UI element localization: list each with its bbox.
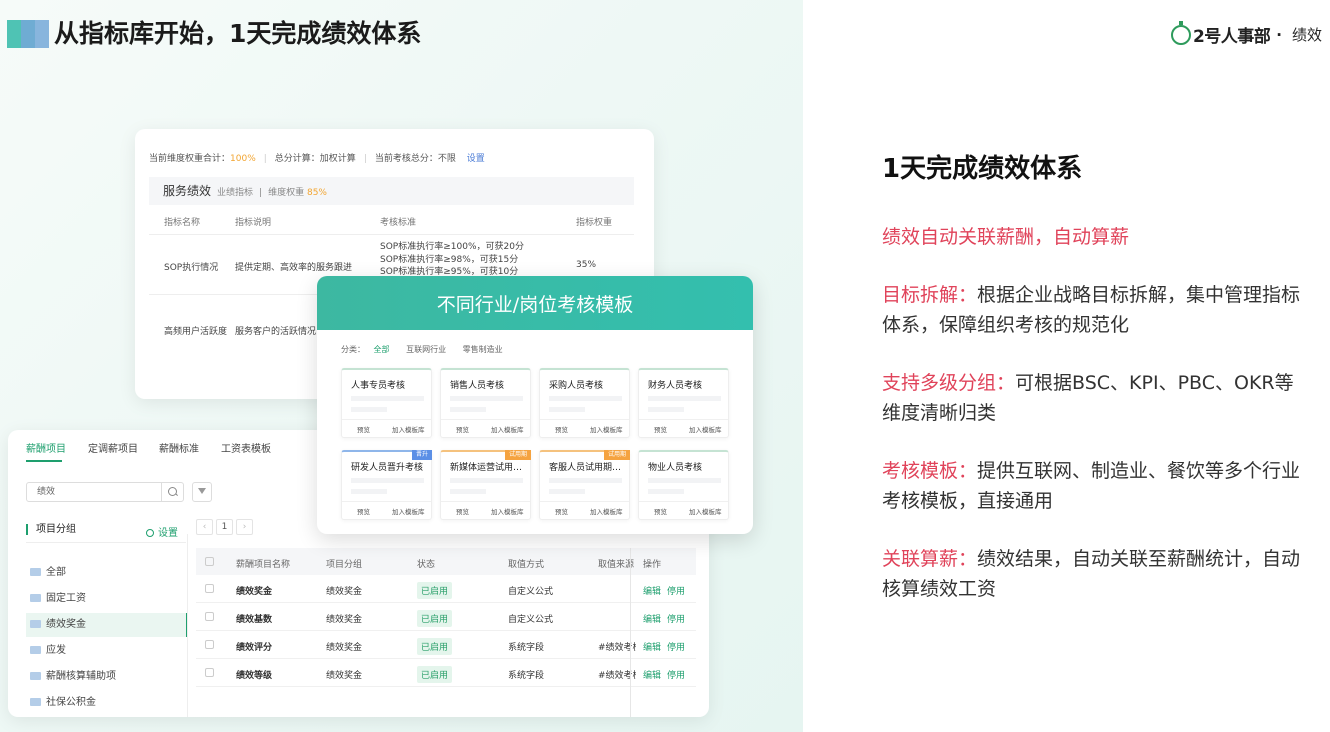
template-item[interactable]: 物业人员考核 预览 加入模板库 [638,450,729,520]
edit-link[interactable]: 编辑 [643,584,661,597]
template-item[interactable]: 晋升 研发人员晋升考核 预览 加入模板库 [341,450,432,520]
template-item[interactable]: 试用期 新媒体运营试用期考核 预览加入模板库 [440,450,531,520]
gear-icon [146,529,154,537]
group-item-social-fund[interactable]: 社保公积金 [26,691,188,715]
active-tab-indicator [26,460,62,462]
template-card-title: 不同行业/岗位考核模板 [317,276,753,330]
preview-button[interactable]: 预览 [357,424,370,434]
row-checkbox[interactable] [205,668,214,677]
table-row: 绩效基数 绩效奖金 已启用 自定义公式 编辑 停用 [196,603,696,631]
preview-button[interactable]: 预览 [357,506,370,516]
folder-icon [30,620,41,628]
template-tag: 试用期 [603,450,630,460]
feature-item: 支持多级分组：可根据BSC、KPI、PBC、OKR等维度清晰归类 [882,372,1294,424]
status-badge: 已启用 [417,610,453,627]
brand-name: 2号人事部 [1192,27,1271,47]
filter-icon[interactable] [192,482,212,502]
group-title: 项目分组 [26,524,76,535]
feature-item: 关联算薪：绩效结果，自动关联至薪酬统计，自动核算绩效工资 [882,548,1301,600]
template-item[interactable]: 财务人员考核 预览 加入模板库 [638,368,729,438]
feature-item: 目标拆解：根据企业战略目标拆解，集中管理指标体系，保障组织考核的规范化 [882,284,1301,336]
row-checkbox[interactable] [205,640,214,649]
disable-link[interactable]: 停用 [667,612,685,625]
page-next-button[interactable]: › [236,519,253,535]
row-checkbox[interactable] [205,584,214,593]
brand-product: 绩效 [1291,26,1322,44]
template-item[interactable]: 试用期 客服人员试用期考核 预览 加入模板库 [539,450,630,520]
group-item-all[interactable]: 全部 [26,561,188,585]
edit-link[interactable]: 编辑 [643,640,661,653]
section-header: 服务绩效 业绩指标 | 维度权重 85% [149,177,634,205]
template-item[interactable]: 人事专员考核 预览 加入模板库 [341,368,432,438]
search-input[interactable]: 绩效 [26,482,184,502]
page-title: 从指标库开始，1天完成绩效体系 [54,19,422,48]
tab-salary-items[interactable]: 薪酬项目 [26,440,66,455]
preview-button[interactable]: 预览 [654,424,667,434]
table-header: 薪酬项目名称 项目分组 状态 取值方式 取值来源 操作 [196,548,696,575]
add-to-library-button[interactable]: 加入模板库 [392,424,425,434]
page-prev-button[interactable]: ‹ [196,519,213,535]
add-to-library-button[interactable]: 加入模板库 [392,506,425,516]
brand-separator: · [1276,25,1282,44]
tab-payslip-template[interactable]: 工资表模板 [221,440,271,455]
disable-link[interactable]: 停用 [667,640,685,653]
category-internet[interactable]: 互联网行业 [406,345,446,354]
template-tag: 晋升 [411,450,432,460]
template-tag: 试用期 [504,450,531,460]
folder-icon [30,594,41,602]
template-item[interactable]: 采购人员考核 预览 加入模板库 [539,368,630,438]
group-item-payable[interactable]: 应发 [26,639,188,663]
table-row: 绩效等级 绩效奖金 已启用 系统字段 #绩效考核 编辑 停用 [196,659,696,687]
weight-summary: 当前维度权重合计：100% | 总分计算：加权计算 | 当前考核总分：不限 设置 [149,154,485,164]
status-badge: 已启用 [417,666,453,683]
feature-item: 绩效自动关联薪酬，自动算薪 [882,226,1130,248]
group-item-fixed[interactable]: 固定工资 [26,587,188,611]
search-icon[interactable] [161,483,183,501]
folder-icon [30,698,41,706]
add-to-library-button[interactable]: 加入模板库 [590,506,623,516]
preview-button[interactable]: 预览 [456,506,469,516]
add-to-library-button[interactable]: 加入模板库 [689,506,722,516]
page-number[interactable]: 1 [216,519,233,535]
feature-item: 考核模板：提供互联网、制造业、餐饮等多个行业考核模板，直接通用 [882,460,1301,512]
add-to-library-button[interactable]: 加入模板库 [491,506,524,516]
brand: 2号人事部 · 绩效 [1170,20,1322,47]
row-checkbox[interactable] [205,612,214,621]
group-item-auxiliary[interactable]: 薪酬核算辅助项 [26,665,188,689]
folder-icon [30,672,41,680]
folder-icon [30,646,41,654]
table-row: 绩效奖金 绩效奖金 已启用 自定义公式 编辑 停用 [196,575,696,603]
add-to-library-button[interactable]: 加入模板库 [689,424,722,434]
table-row: 绩效评分 绩效奖金 已启用 系统字段 #绩效考核 编辑 停用 [196,631,696,659]
group-item-bonus[interactable]: 绩效奖金 [26,613,188,637]
stopwatch-icon [1170,20,1191,45]
group-settings-button[interactable]: 设置 [146,524,178,539]
add-to-library-button[interactable]: 加入模板库 [590,424,623,434]
edit-link[interactable]: 编辑 [643,612,661,625]
template-card: 不同行业/岗位考核模板 分类： 全部 互联网行业 零售制造业 人事专员考核 预览… [317,276,753,534]
category-all[interactable]: 全部 [374,345,390,354]
folder-icon [30,568,41,576]
title-decoration [7,20,49,48]
preview-button[interactable]: 预览 [654,506,667,516]
template-item[interactable]: 销售人员考核 预览 加入模板库 [440,368,531,438]
preview-button[interactable]: 预览 [555,506,568,516]
category-retail[interactable]: 零售制造业 [463,345,503,354]
disable-link[interactable]: 停用 [667,584,685,597]
category-filter: 分类： 全部 互联网行业 零售制造业 [341,345,503,354]
tab-salary-standard[interactable]: 薪酬标准 [159,440,199,455]
edit-link[interactable]: 编辑 [643,668,661,681]
preview-button[interactable]: 预览 [555,424,568,434]
feature-panel: 1天完成绩效体系 绩效自动关联薪酬，自动算薪 目标拆解：根据企业战略目标拆解，集… [882,150,1302,632]
select-all-checkbox[interactable] [205,557,214,566]
tab-adjust-items[interactable]: 定调薪项目 [88,440,138,455]
settings-link[interactable]: 设置 [467,154,485,164]
feature-heading: 1天完成绩效体系 [882,154,1083,184]
disable-link[interactable]: 停用 [667,668,685,681]
add-to-library-button[interactable]: 加入模板库 [491,424,524,434]
preview-button[interactable]: 预览 [456,424,469,434]
status-badge: 已启用 [417,582,453,599]
status-badge: 已启用 [417,638,453,655]
